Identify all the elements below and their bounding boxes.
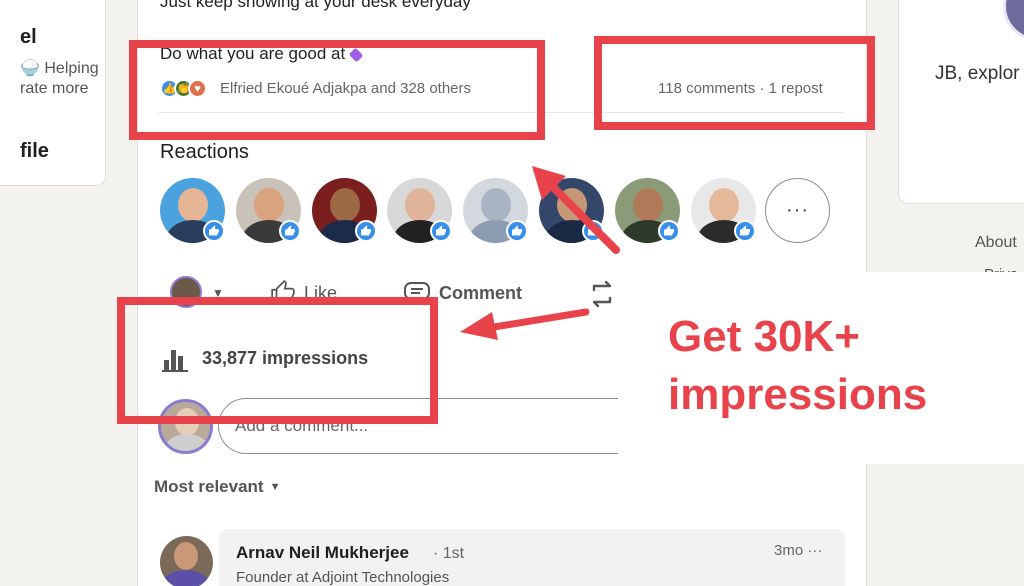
comment-author-headline: Founder at Adjoint Technologies <box>236 569 450 586</box>
comment-author-name[interactable]: Arnav Neil Mukherjee <box>236 543 409 563</box>
profile-headline-line1: 🍚 Helping <box>20 58 99 78</box>
comment-time-menu[interactable]: 3mo ··· <box>774 542 822 559</box>
like-badge-icon <box>734 220 756 242</box>
overlay-headline: Get 30K+ impressions <box>668 312 928 419</box>
annotation-arrow-up <box>532 166 620 254</box>
like-badge-icon <box>430 220 452 242</box>
avatar-head <box>405 188 435 222</box>
view-profile-link[interactable]: file <box>20 140 49 163</box>
highlight-box-reactors <box>129 40 545 140</box>
comment-author-avatar[interactable] <box>160 536 213 586</box>
more-reactors-button[interactable]: ··· <box>765 178 830 243</box>
comment-label: Comment <box>439 282 523 303</box>
right-card-avatar[interactable] <box>1003 0 1024 41</box>
right-sidebar-card: JB, explor <box>898 0 1024 204</box>
sort-dropdown[interactable]: Most relevant ▼ <box>154 477 280 497</box>
connection-degree: · 1st <box>433 545 465 562</box>
avatar-head <box>254 188 284 222</box>
avatar-head <box>633 188 663 222</box>
footer-about-link[interactable]: About <box>975 234 1017 252</box>
avatar-head <box>709 188 739 222</box>
annotation-arrow-left <box>460 308 590 340</box>
like-badge-icon <box>203 220 225 242</box>
repost-icon[interactable] <box>588 278 616 310</box>
avatar-head <box>481 188 511 222</box>
post-text-line: Just keep showing at your desk everyday <box>160 0 471 11</box>
reactions-heading: Reactions <box>160 141 249 163</box>
avatar-head <box>330 188 360 222</box>
like-badge-icon <box>355 220 377 242</box>
like-badge-icon <box>506 220 528 242</box>
profile-name-fragment[interactable]: el <box>20 26 37 49</box>
caret-down-icon: ▼ <box>269 481 281 493</box>
headline-text: Helping <box>44 60 99 77</box>
like-badge-icon <box>279 220 301 242</box>
highlight-box-comments <box>594 36 875 130</box>
avatar-head <box>178 188 208 222</box>
profile-headline-line2: rate more <box>20 80 89 97</box>
bowl-emoji-icon: 🍚 <box>20 60 40 77</box>
like-badge-icon <box>658 220 680 242</box>
right-card-text: JB, explor <box>935 63 1020 84</box>
sort-label: Most relevant <box>154 477 264 496</box>
highlight-box-impressions <box>117 297 438 424</box>
